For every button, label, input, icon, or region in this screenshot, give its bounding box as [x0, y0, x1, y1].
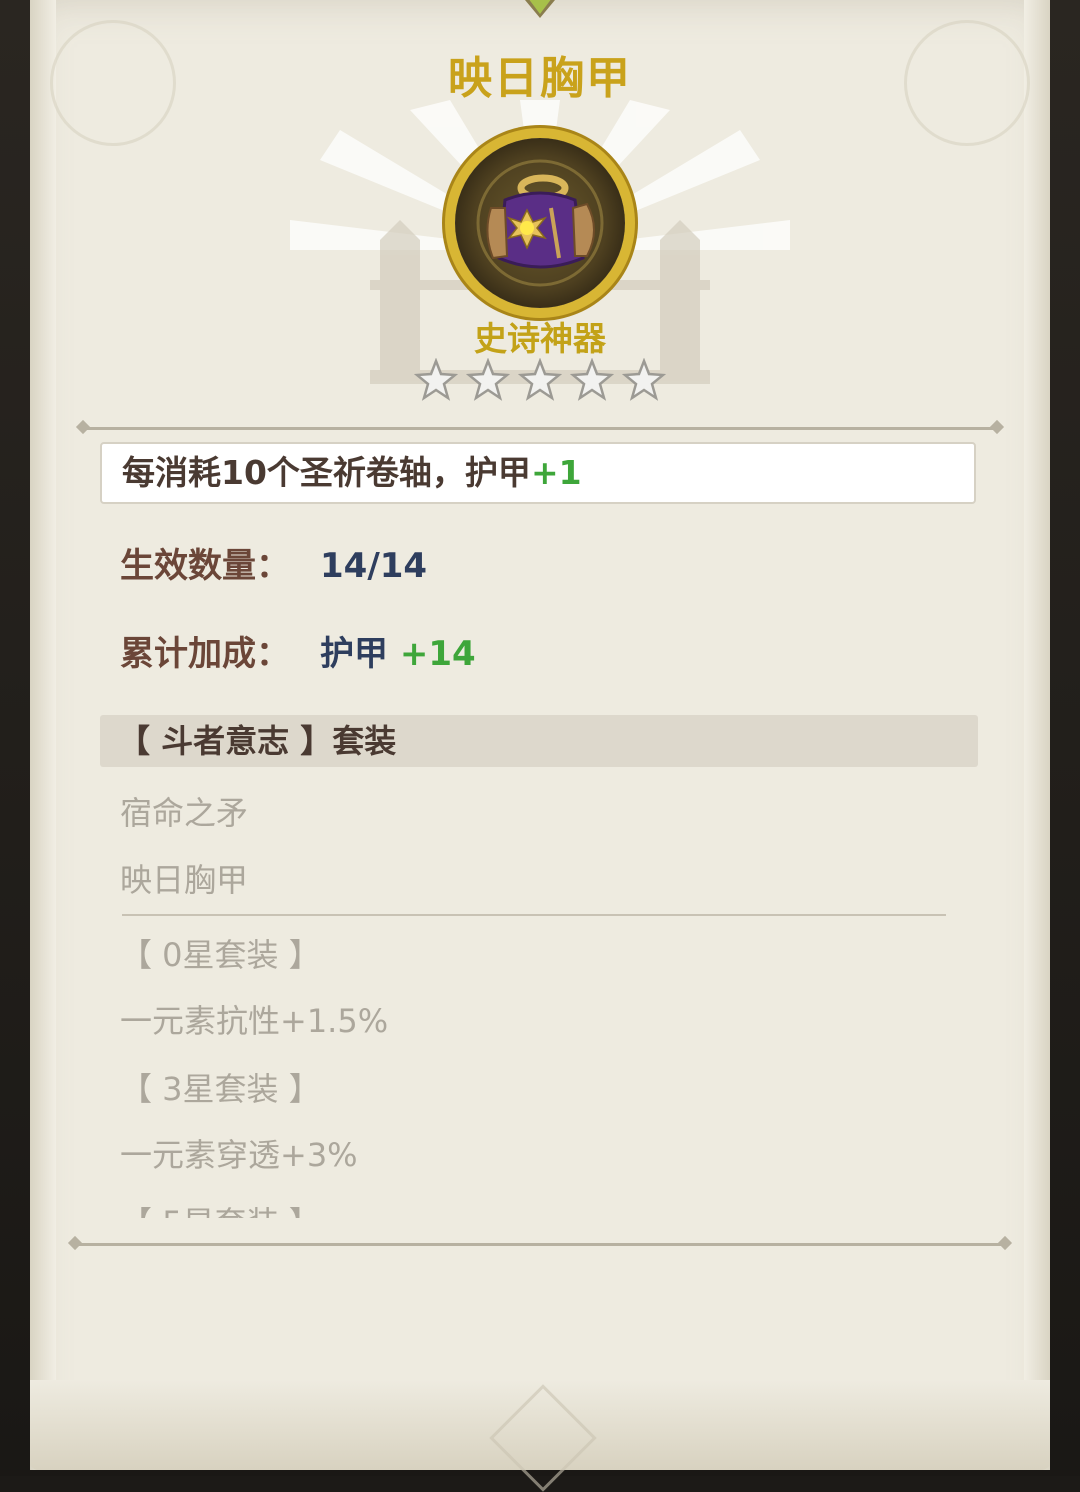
- divider-bottom: [76, 1243, 1004, 1246]
- set-member: 映日胸甲: [120, 861, 249, 899]
- tooltip-frame: 映日胸甲 史诗神器 每消耗10个圣祈卷轴，护甲+1 生效数量： 14/14 累计…: [0, 0, 1080, 1492]
- set-tier-effect: 一元素抗性+1.5%: [120, 1002, 389, 1040]
- set-tier-effect: 一元素穿透+3%: [120, 1136, 358, 1174]
- set-tier-title: 【 5星套装 】: [120, 1198, 321, 1218]
- set-member: 宿命之矛: [120, 794, 249, 832]
- set-tier-title: 【 3星套装 】: [120, 1070, 321, 1108]
- set-tier-title: 【 0星套装 】: [120, 936, 321, 974]
- set-details-scroll-area[interactable]: 宿命之矛 映日胸甲 【 0星套装 】 一元素抗性+1.5% 【 3星套装 】 一…: [0, 0, 1080, 1218]
- set-divider: [122, 914, 946, 916]
